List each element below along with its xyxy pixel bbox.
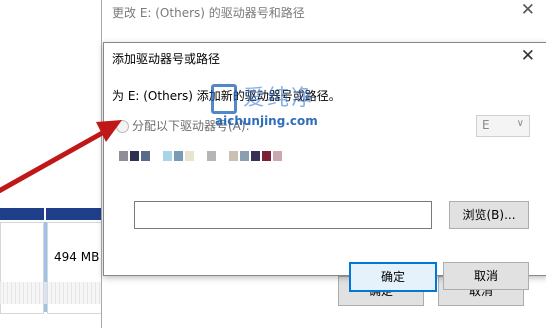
mosaic-block [240, 151, 249, 161]
mosaic-block [229, 151, 238, 161]
partition-separator [44, 208, 46, 220]
mosaic-block [251, 151, 260, 161]
folder-path-input[interactable] [134, 201, 432, 229]
browse-button[interactable]: 浏览(B)... [449, 201, 529, 229]
dialog-prompt: 为 E: (Others) 添加新的驱动器号或路径。 [112, 89, 341, 103]
mosaic-block [119, 151, 128, 161]
dialog-title: 添加驱动器号或路径 [112, 52, 221, 66]
mosaic-block [196, 151, 205, 161]
mosaic-block [152, 151, 161, 161]
mosaic-block [218, 151, 227, 161]
mosaic-block [273, 151, 282, 161]
mosaic-block [262, 151, 271, 161]
dialog-titlebar: 添加驱动器号或路径 ✕ [104, 43, 546, 71]
dialog-body: 为 E: (Others) 添加新的驱动器号或路径。 分配以下驱动器号(A): … [104, 71, 546, 292]
outer-dialog-title: 更改 E: (Others) 的驱动器号和路径 [112, 6, 305, 20]
mosaic-block [207, 151, 216, 161]
disk-partition-bar [0, 208, 104, 220]
partition-size-label: 494 MB [54, 250, 100, 264]
close-icon[interactable]: ✕ [521, 46, 535, 66]
add-drive-letter-dialog: 添加驱动器号或路径 ✕ 为 E: (Others) 添加新的驱动器号或路径。 分… [103, 42, 546, 292]
unallocated-hatch [0, 282, 104, 304]
mosaic-block [130, 151, 139, 161]
mosaic-block [141, 151, 150, 161]
outer-close-icon[interactable]: ✕ [521, 0, 535, 20]
mosaic-block [185, 151, 194, 161]
drive-letter-select[interactable]: E ∨ [476, 115, 530, 137]
mosaic-block [163, 151, 172, 161]
chevron-down-icon: ∨ [516, 118, 524, 129]
pixelated-mount-option [119, 150, 284, 161]
assign-letter-radio[interactable] [116, 120, 129, 133]
ok-button[interactable]: 确定 [349, 262, 437, 292]
cancel-button[interactable]: 取消 [443, 262, 529, 290]
drive-letter-value: E [482, 118, 490, 132]
mosaic-block [174, 151, 183, 161]
assign-letter-label: 分配以下驱动器号(A): [132, 119, 250, 133]
